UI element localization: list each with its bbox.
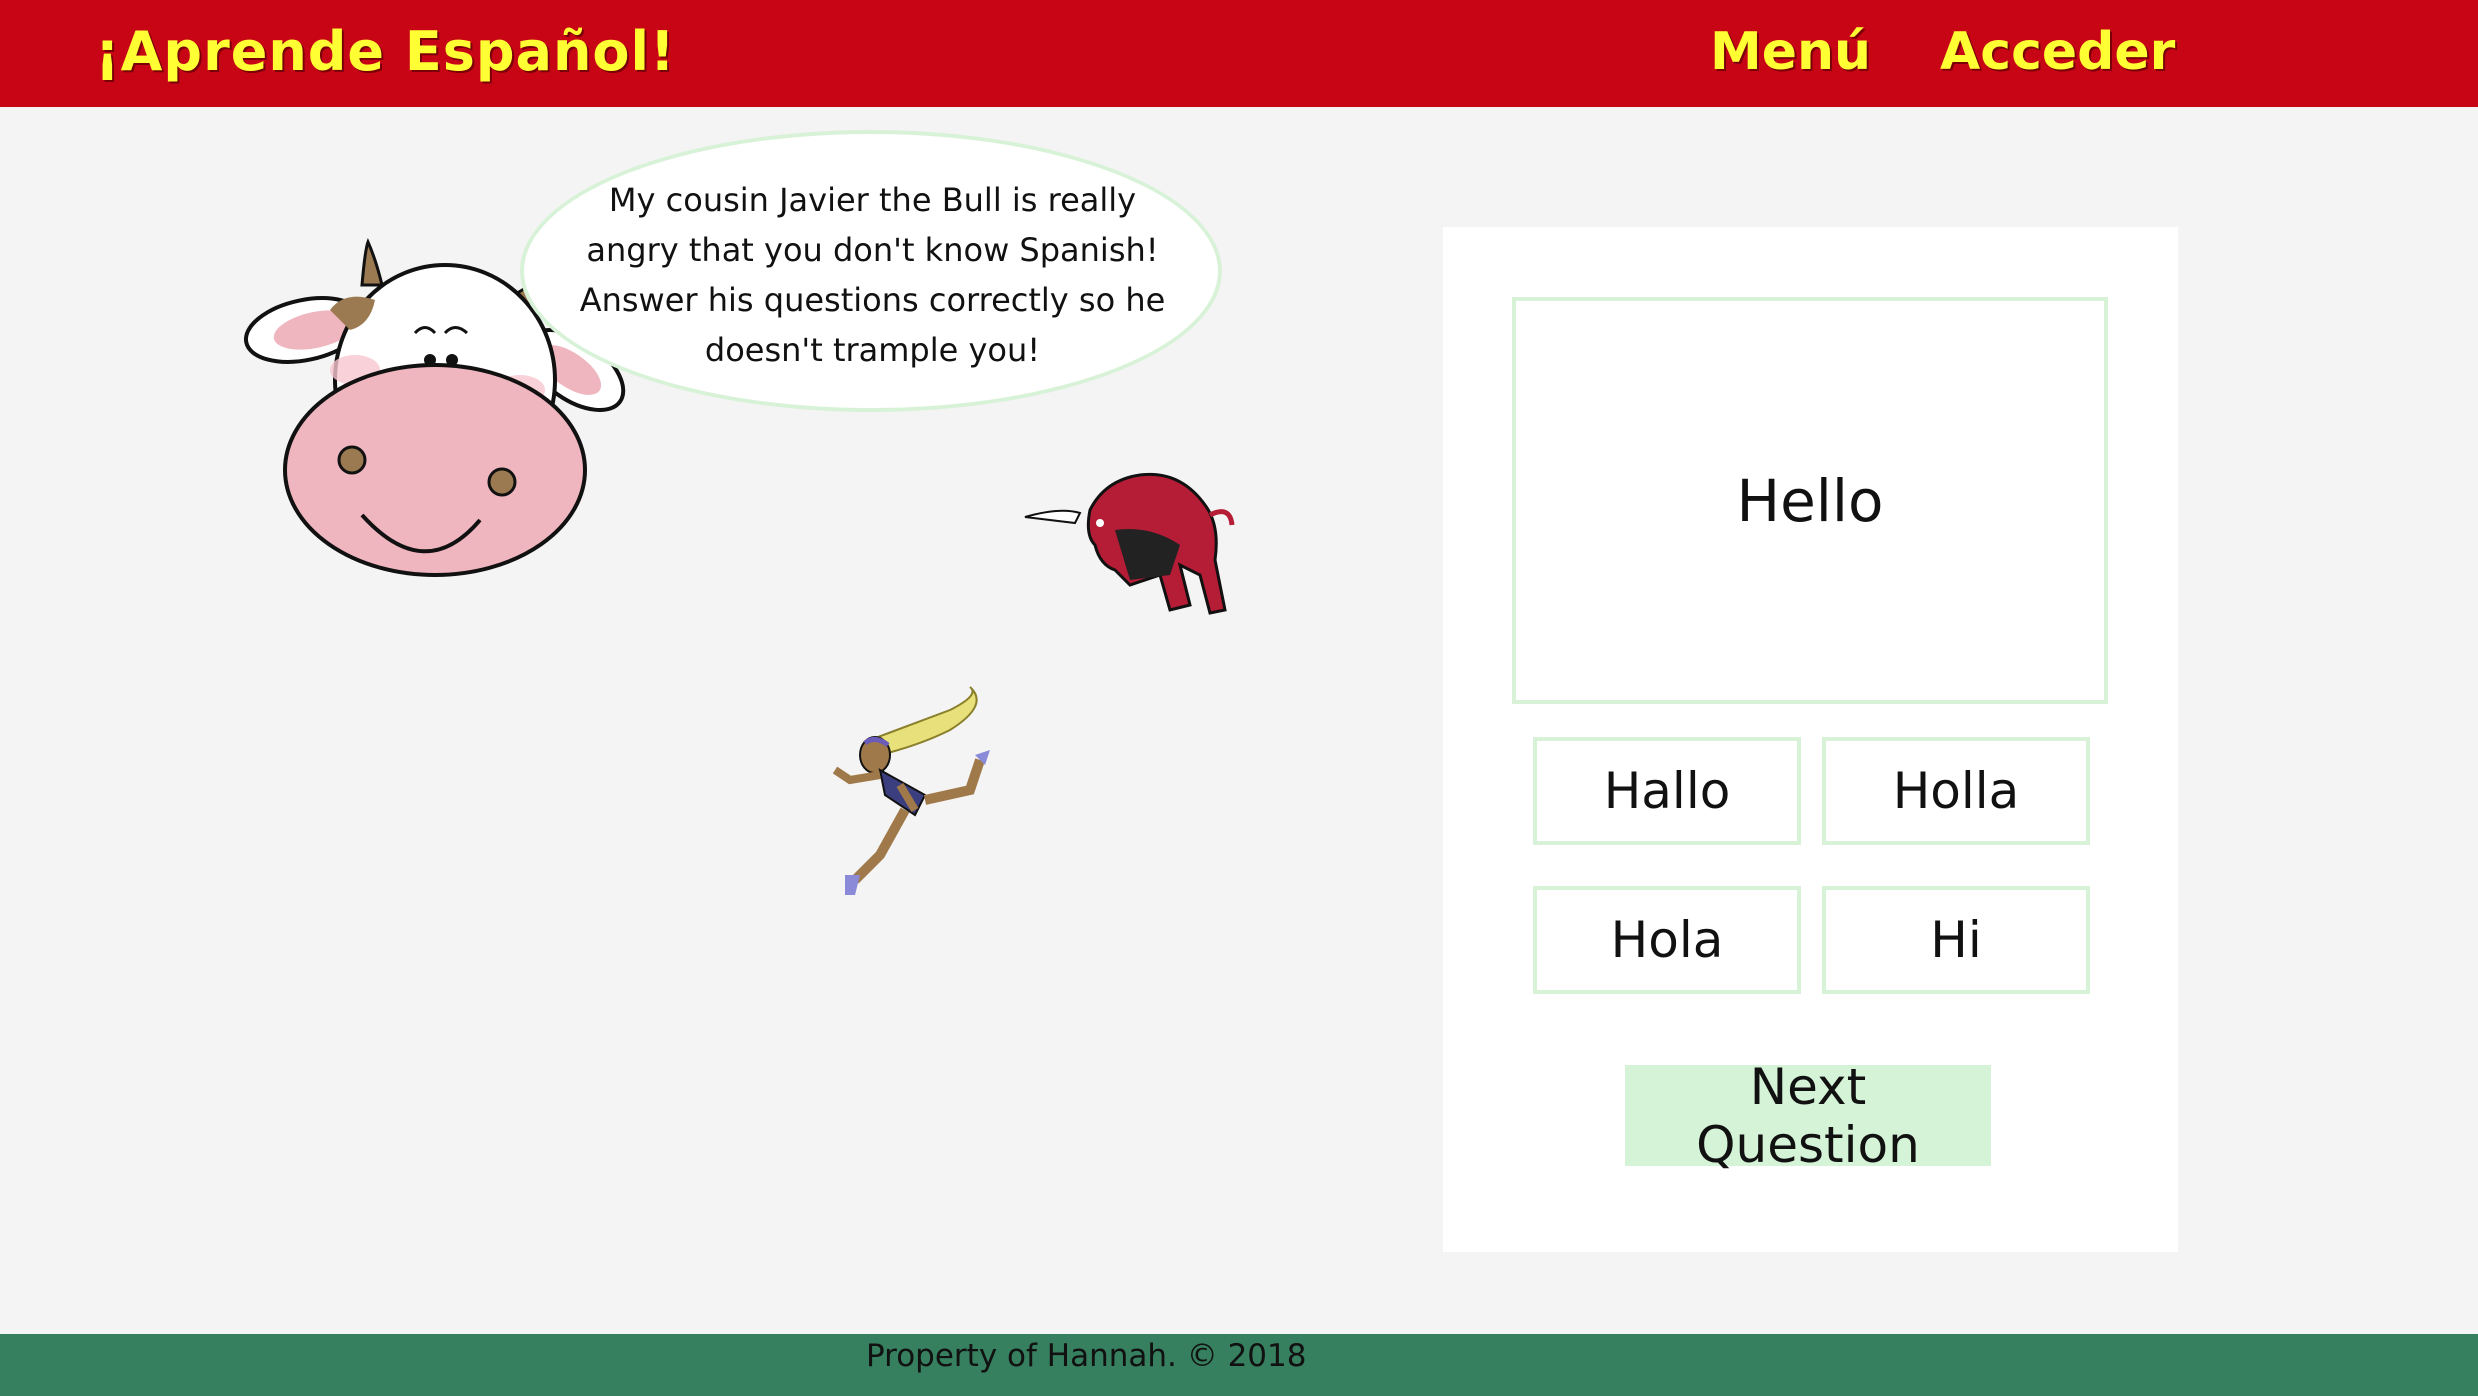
next-question-button[interactable]: Next Question xyxy=(1625,1058,1991,1174)
running-woman-image xyxy=(832,686,990,895)
charging-bull-image xyxy=(1024,472,1235,615)
nav-login-link[interactable]: Acceder xyxy=(1940,22,2175,82)
speech-bubble-text: My cousin Javier the Bull is really angr… xyxy=(579,181,1166,369)
answer-option-holla[interactable]: Holla xyxy=(1822,737,2090,845)
quiz-prompt: Hello xyxy=(1512,297,2108,704)
site-logo[interactable]: ¡Aprende Español! xyxy=(95,20,676,83)
answer-option-hola[interactable]: Hola xyxy=(1533,886,1801,994)
answer-option-hallo[interactable]: Hallo xyxy=(1533,737,1801,845)
footer-copyright: Property of Hannah. © 2018 xyxy=(866,1338,1307,1374)
nav-menu-link[interactable]: Menú xyxy=(1710,22,1871,82)
answer-option-hi[interactable]: Hi xyxy=(1822,886,2090,994)
